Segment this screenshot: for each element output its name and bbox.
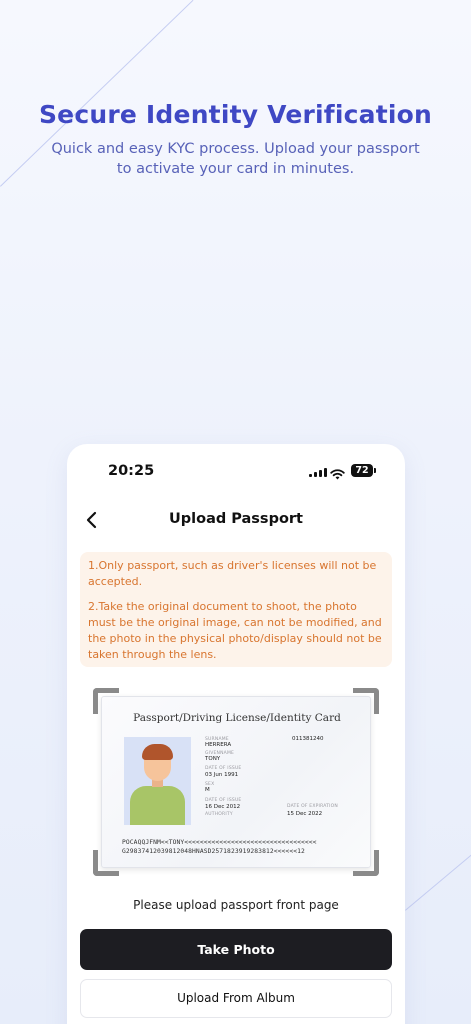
sample-mrz-line-2: G29837412039812048HNASD2571823919283812<… (122, 848, 305, 855)
frame-corner-top-right (353, 688, 379, 714)
hero-subtitle: Quick and easy KYC process. Upload your … (51, 141, 420, 177)
frame-corner-bottom-right (353, 850, 379, 876)
status-bar: 20:25 72 (67, 444, 405, 500)
upload-from-album-button[interactable]: Upload From Album (80, 979, 392, 1018)
hero-section: Secure Identity Verification Quick and e… (0, 100, 471, 179)
take-photo-button[interactable]: Take Photo (80, 929, 392, 970)
wifi-icon (330, 465, 345, 484)
sample-card-title: Passport/Driving License/Identity Card (133, 712, 341, 724)
status-time: 20:25 (108, 463, 155, 479)
sample-dob: 03 Jun 1991 (205, 772, 239, 778)
phone-mockup: 20:25 72 Upload Passport 1.Only passport… (67, 444, 405, 1024)
cellular-signal-icon (309, 467, 327, 477)
sample-dob-label: DATE OF ISSUE (205, 766, 242, 771)
notice-rule-2: 2.Take the original document to shoot, t… (88, 600, 382, 661)
sample-issue: 16 Dec 2012 (205, 804, 241, 810)
sample-card-number: 011381240 (292, 736, 324, 742)
navigation-bar: Upload Passport (67, 500, 405, 540)
hero-title: Secure Identity Verification (38, 100, 433, 129)
sample-authority-label: AUTHORITY (205, 812, 233, 817)
page-title: Upload Passport (168, 511, 303, 527)
sample-expiry: 15 Dec 2022 (287, 811, 323, 817)
frame-corner-bottom-left (93, 850, 119, 876)
document-sample-frame: Passport/Driving License/Identity Card 0… (93, 688, 379, 876)
frame-corner-top-left (93, 688, 119, 714)
sample-id-card: Passport/Driving License/Identity Card 0… (101, 696, 371, 868)
sample-portrait-image (124, 737, 191, 825)
notice-rule-1: 1.Only passport, such as driver's licens… (88, 559, 377, 588)
sample-issue-label: DATE OF ISSUE (205, 798, 242, 803)
sample-expiry-label: DATE OF EXPIRATION (287, 804, 338, 809)
sample-surname: HERRERA (205, 742, 232, 748)
decorative-line-bottom (405, 845, 471, 911)
sample-sex: M (205, 787, 210, 793)
battery-icon: 72 (351, 464, 373, 477)
sample-mrz-line-1: POCAQQJFNM<<TONY<<<<<<<<<<<<<<<<<<<<<<<<… (122, 839, 317, 846)
upload-hint-text: Please upload passport front page (133, 898, 339, 912)
battery-cap (374, 468, 376, 473)
sample-given: TONY (205, 756, 221, 762)
notice-box: 1.Only passport, such as driver's licens… (80, 552, 392, 667)
